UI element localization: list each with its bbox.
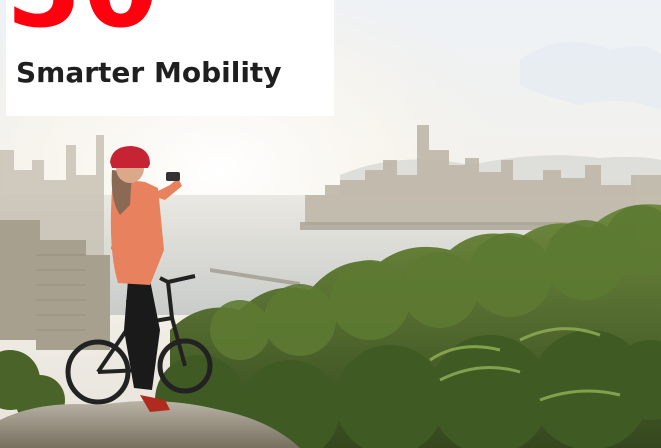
- headline-title: Smarter Mobility: [16, 56, 282, 89]
- smartphone: [166, 172, 180, 181]
- big-numeral: 50: [6, 0, 160, 44]
- headline-card: 50 Smarter Mobility: [6, 0, 334, 116]
